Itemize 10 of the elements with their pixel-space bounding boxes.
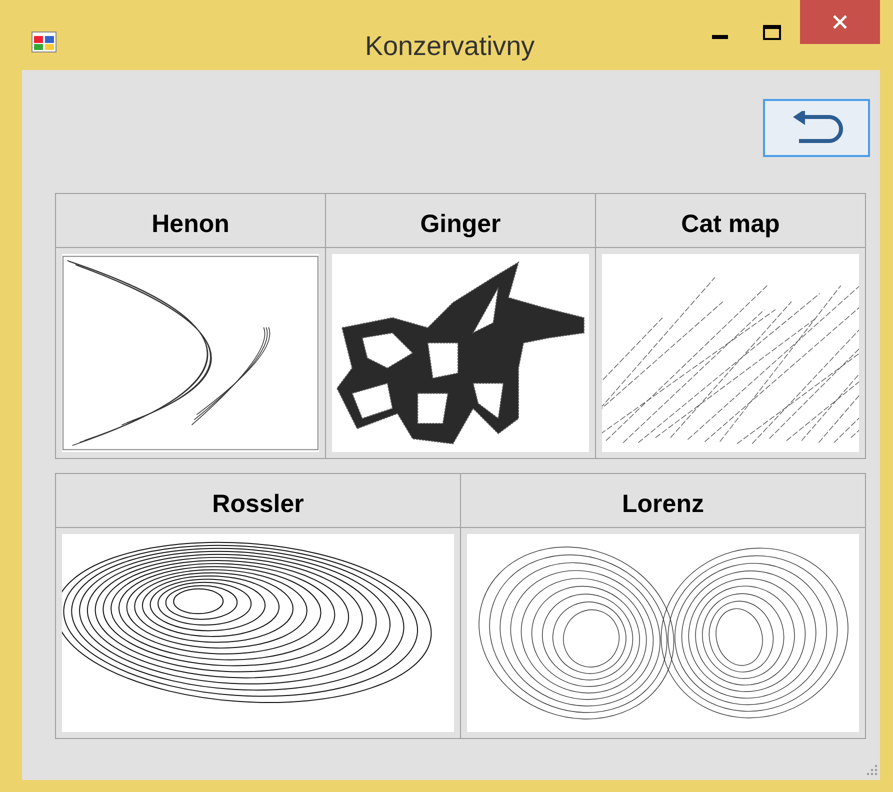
resize-grip-icon: [866, 764, 878, 776]
back-button[interactable]: [763, 99, 870, 157]
panel-title: Rossler: [56, 474, 460, 528]
panel-title: Cat map: [596, 194, 865, 248]
window-title: Konzervativny: [365, 30, 535, 63]
panel-title: Lorenz: [461, 474, 865, 528]
panel-title: Henon: [56, 194, 325, 248]
close-button[interactable]: [800, 0, 880, 44]
panel-title: Ginger: [326, 194, 595, 248]
close-icon: [831, 13, 849, 31]
